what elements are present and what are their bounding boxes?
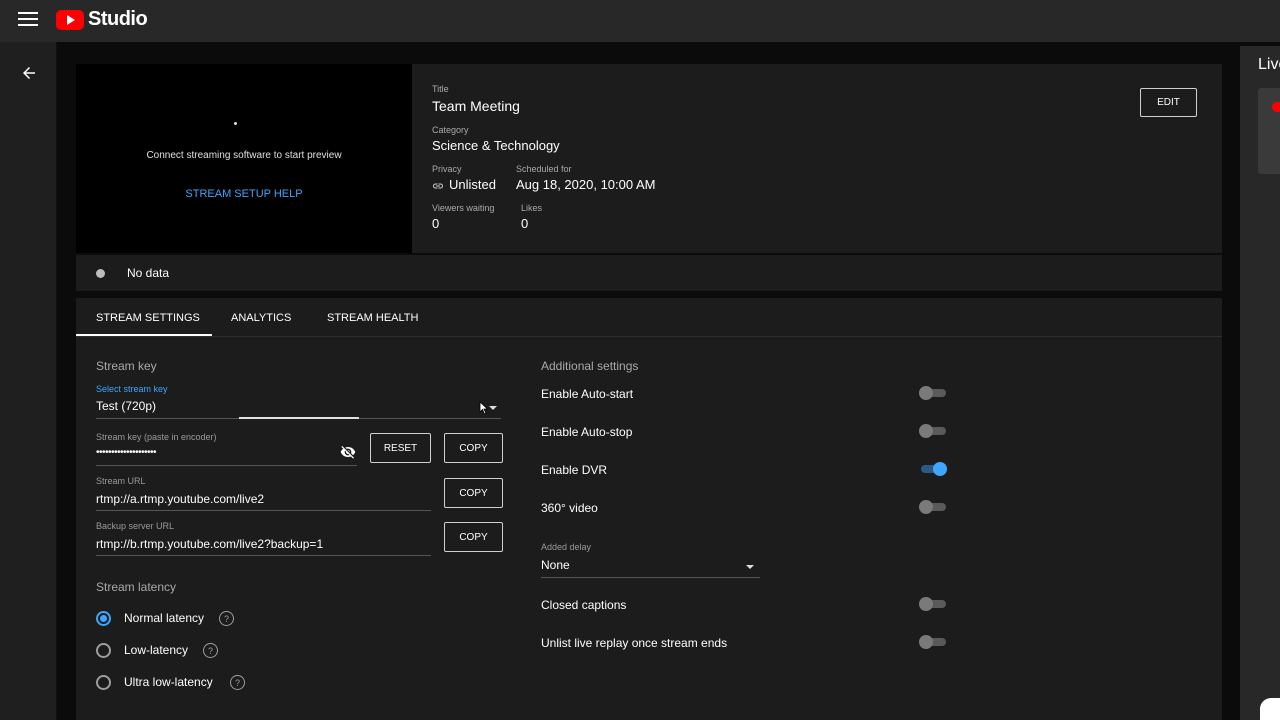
loading-spinner-icon xyxy=(234,122,237,125)
auto-start-label: Enable Auto-start xyxy=(541,387,634,401)
tab-analytics[interactable]: ANALYTICS xyxy=(231,312,291,324)
status-text: No data xyxy=(127,266,170,280)
menu-icon[interactable] xyxy=(18,12,38,28)
youtube-logo-icon xyxy=(56,9,84,30)
reset-button[interactable]: RESET xyxy=(370,433,431,463)
ultra-low-latency-label[interactable]: Ultra low-latency xyxy=(124,675,213,689)
edit-button[interactable]: EDIT xyxy=(1140,88,1197,117)
privacy-value: Unlisted xyxy=(432,177,496,192)
live-indicator-icon xyxy=(1272,102,1280,112)
ultra-low-latency-radio[interactable] xyxy=(96,675,111,690)
likes-label: Likes xyxy=(521,203,543,213)
help-icon[interactable]: ? xyxy=(219,611,234,626)
stream-preview: Connect streaming software to start prev… xyxy=(76,64,412,253)
tab-stream-settings[interactable]: STREAM SETTINGS xyxy=(96,312,200,324)
scheduled-label: Scheduled for xyxy=(516,164,572,174)
auto-stop-label: Enable Auto-stop xyxy=(541,425,633,439)
normal-latency-label[interactable]: Normal latency xyxy=(124,611,204,625)
select-focus-underline xyxy=(239,417,359,419)
chevron-down-icon[interactable] xyxy=(489,406,497,410)
backup-url-label: Backup server URL xyxy=(96,521,175,531)
tab-stream-health[interactable]: STREAM HEALTH xyxy=(327,312,418,324)
scheduled-value: Aug 18, 2020, 10:00 AM xyxy=(516,177,656,192)
dvr-toggle[interactable] xyxy=(919,461,948,477)
unlist-replay-toggle[interactable] xyxy=(919,634,948,650)
live-panel-title: Live xyxy=(1258,56,1280,73)
status-dot-icon xyxy=(96,269,105,278)
backup-underline xyxy=(96,555,431,556)
preview-message: Connect streaming software to start prev… xyxy=(146,150,342,161)
stream-setup-help-link[interactable]: STREAM SETUP HELP xyxy=(76,188,412,200)
stream-key-label: Stream key (paste in encoder) xyxy=(96,432,217,442)
stream-title: Team Meeting xyxy=(432,98,520,114)
dvr-label: Enable DVR xyxy=(541,463,608,477)
copy-key-button[interactable]: COPY xyxy=(444,433,503,463)
stream-latency-heading: Stream latency xyxy=(96,580,177,594)
low-latency-label[interactable]: Low-latency xyxy=(124,643,188,657)
stream-url-label: Stream URL xyxy=(96,476,146,486)
key-underline xyxy=(96,465,357,466)
stream-key-select[interactable]: Test (720p) xyxy=(96,399,156,413)
live-side-panel: Live xyxy=(1240,46,1280,720)
delay-underline xyxy=(541,577,760,578)
tab-bar: STREAM SETTINGS ANALYTICS STREAM HEALTH xyxy=(76,298,1222,337)
avatar[interactable] xyxy=(1260,698,1280,720)
likes-value: 0 xyxy=(521,216,529,231)
viewers-waiting-label: Viewers waiting xyxy=(432,203,495,213)
auto-start-toggle[interactable] xyxy=(919,385,948,401)
stream-details: Title Team Meeting Category Science & Te… xyxy=(412,64,1222,253)
visibility-off-icon[interactable] xyxy=(340,444,356,460)
url-underline xyxy=(96,510,431,511)
settings-panel: STREAM SETTINGS ANALYTICS STREAM HEALTH … xyxy=(76,298,1222,720)
unlist-replay-label: Unlist live replay once stream ends xyxy=(541,636,728,650)
category-label: Category xyxy=(432,125,469,135)
closed-captions-label: Closed captions xyxy=(541,598,627,612)
stream-category: Science & Technology xyxy=(432,138,560,153)
back-arrow-icon[interactable] xyxy=(20,64,38,82)
360-video-toggle[interactable] xyxy=(919,499,948,515)
360-video-label: 360° video xyxy=(541,501,598,515)
privacy-text: Unlisted xyxy=(449,177,496,192)
stream-key-input[interactable]: •••••••••••••••••••• xyxy=(96,447,157,458)
stream-status-bar: No data xyxy=(76,255,1222,291)
added-delay-select[interactable]: None xyxy=(541,558,570,572)
link-icon xyxy=(433,183,443,189)
mouse-cursor-icon xyxy=(479,401,489,415)
privacy-label: Privacy xyxy=(432,164,462,174)
live-card[interactable] xyxy=(1258,88,1280,174)
stream-key-heading: Stream key xyxy=(96,359,157,373)
backup-url-input[interactable]: rtmp://b.rtmp.youtube.com/live2?backup=1 xyxy=(96,537,323,551)
top-app-bar: Studio xyxy=(0,0,1280,42)
stream-url-input[interactable]: rtmp://a.rtmp.youtube.com/live2 xyxy=(96,492,264,506)
left-rail xyxy=(0,42,57,720)
title-label: Title xyxy=(432,84,449,94)
help-icon[interactable]: ? xyxy=(203,643,218,658)
viewers-waiting-value: 0 xyxy=(432,216,440,231)
copy-url-button[interactable]: COPY xyxy=(444,478,503,508)
chevron-down-icon[interactable] xyxy=(746,565,754,569)
copy-backup-button[interactable]: COPY xyxy=(444,522,503,552)
select-stream-key-label: Select stream key xyxy=(96,384,168,394)
low-latency-radio[interactable] xyxy=(96,643,111,658)
active-tab-indicator xyxy=(76,334,212,336)
logo-text: Studio xyxy=(88,8,148,30)
auto-stop-toggle[interactable] xyxy=(919,423,948,439)
help-icon[interactable]: ? xyxy=(230,675,245,690)
additional-settings-heading: Additional settings xyxy=(541,359,639,373)
studio-logo[interactable]: Studio xyxy=(56,8,148,31)
closed-captions-toggle[interactable] xyxy=(919,596,948,612)
normal-latency-radio[interactable] xyxy=(96,611,111,626)
added-delay-label: Added delay xyxy=(541,542,592,552)
